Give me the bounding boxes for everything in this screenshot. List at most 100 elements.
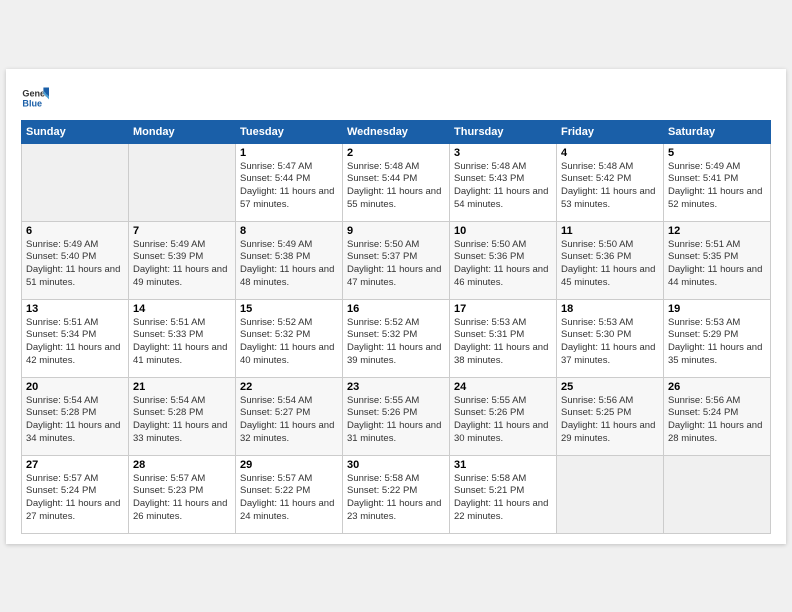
day-info: Sunrise: 5:49 AM Sunset: 5:41 PM Dayligh… — [668, 161, 766, 212]
day-cell: 22Sunrise: 5:54 AM Sunset: 5:27 PM Dayli… — [236, 377, 343, 455]
day-cell: 21 Sunrise: 5:54 AM Sunset: 5:28 PM Dayli… — [129, 377, 236, 455]
day-cell: 6 Sunrise: 5:49 AM Sunset: 5:40 PM Daylig… — [22, 221, 129, 299]
day-cell: 30 Sunrise: 5:58 AM Sunset: 5:22 PM Dayli… — [343, 455, 450, 533]
day-info: Sunrise: 5:56 AM Sunset: 5:25 PM Dayligh… — [561, 395, 659, 446]
day-info: Sunrise: 5:50 AM Sunset: 5:37 PM Dayligh… — [347, 239, 445, 290]
day-number: 16 — [347, 303, 445, 315]
day-info: Sunrise: 5:51 AM Sunset: 5:33 PM Dayligh… — [133, 317, 231, 368]
day-cell: 11Sunrise: 5:50 AM Sunset: 5:36 PM Dayli… — [557, 221, 664, 299]
day-number: 13 — [26, 303, 124, 315]
calendar-table: SundayMondayTuesdayWednesdayThursdayFrid… — [21, 120, 771, 534]
day-cell: 4 Sunrise: 5:48 AM Sunset: 5:42 PM Daylig… — [557, 143, 664, 221]
day-number: 20 — [26, 381, 124, 393]
day-info: Sunrise: 5:53 AM Sunset: 5:29 PM Dayligh… — [668, 317, 766, 368]
week-row-2: 6 Sunrise: 5:49 AM Sunset: 5:40 PM Daylig… — [22, 221, 771, 299]
weekday-header-saturday: Saturday — [664, 120, 771, 143]
day-number: 1 — [240, 147, 338, 159]
day-info: Sunrise: 5:47 AM Sunset: 5:44 PM Dayligh… — [240, 161, 338, 212]
day-info: Sunrise: 5:57 AM Sunset: 5:22 PM Dayligh… — [240, 473, 338, 524]
day-cell: 28 Sunrise: 5:57 AM Sunset: 5:23 PM Dayli… — [129, 455, 236, 533]
day-cell: 27 Sunrise: 5:57 AM Sunset: 5:24 PM Dayli… — [22, 455, 129, 533]
day-cell: 26Sunrise: 5:56 AM Sunset: 5:24 PM Dayli… — [664, 377, 771, 455]
day-number: 17 — [454, 303, 552, 315]
logo: General Blue — [21, 84, 49, 112]
day-cell: 20 Sunrise: 5:54 AM Sunset: 5:28 PM Dayli… — [22, 377, 129, 455]
weekday-header-thursday: Thursday — [450, 120, 557, 143]
day-cell: 12Sunrise: 5:51 AM Sunset: 5:35 PM Dayli… — [664, 221, 771, 299]
day-number: 22 — [240, 381, 338, 393]
svg-text:Blue: Blue — [22, 98, 42, 108]
day-info: Sunrise: 5:54 AM Sunset: 5:28 PM Dayligh… — [26, 395, 124, 446]
week-row-4: 20 Sunrise: 5:54 AM Sunset: 5:28 PM Dayli… — [22, 377, 771, 455]
day-cell: 2Sunrise: 5:48 AM Sunset: 5:44 PM Daylig… — [343, 143, 450, 221]
day-number: 11 — [561, 225, 659, 237]
day-number: 25 — [561, 381, 659, 393]
day-cell: 18 Sunrise: 5:53 AM Sunset: 5:30 PM Dayli… — [557, 299, 664, 377]
day-cell: 15 Sunrise: 5:52 AM Sunset: 5:32 PM Dayli… — [236, 299, 343, 377]
week-row-5: 27 Sunrise: 5:57 AM Sunset: 5:24 PM Dayli… — [22, 455, 771, 533]
day-number: 10 — [454, 225, 552, 237]
day-cell: 13 Sunrise: 5:51 AM Sunset: 5:34 PM Dayli… — [22, 299, 129, 377]
day-info: Sunrise: 5:52 AM Sunset: 5:32 PM Dayligh… — [240, 317, 338, 368]
day-cell: 29 Sunrise: 5:57 AM Sunset: 5:22 PM Dayli… — [236, 455, 343, 533]
day-number: 9 — [347, 225, 445, 237]
day-info: Sunrise: 5:48 AM Sunset: 5:42 PM Dayligh… — [561, 161, 659, 212]
day-number: 18 — [561, 303, 659, 315]
day-number: 19 — [668, 303, 766, 315]
day-number: 14 — [133, 303, 231, 315]
day-cell: 31Sunrise: 5:58 AM Sunset: 5:21 PM Dayli… — [450, 455, 557, 533]
day-number: 5 — [668, 147, 766, 159]
general-blue-logo-icon: General Blue — [21, 84, 49, 112]
day-number: 4 — [561, 147, 659, 159]
day-info: Sunrise: 5:54 AM Sunset: 5:28 PM Dayligh… — [133, 395, 231, 446]
day-cell: 25 Sunrise: 5:56 AM Sunset: 5:25 PM Dayli… — [557, 377, 664, 455]
day-number: 29 — [240, 459, 338, 471]
day-number: 28 — [133, 459, 231, 471]
weekday-header-wednesday: Wednesday — [343, 120, 450, 143]
week-row-3: 13 Sunrise: 5:51 AM Sunset: 5:34 PM Dayli… — [22, 299, 771, 377]
day-info: Sunrise: 5:48 AM Sunset: 5:43 PM Dayligh… — [454, 161, 552, 212]
day-info: Sunrise: 5:49 AM Sunset: 5:38 PM Dayligh… — [240, 239, 338, 290]
day-info: Sunrise: 5:56 AM Sunset: 5:24 PM Dayligh… — [668, 395, 766, 446]
weekday-header-tuesday: Tuesday — [236, 120, 343, 143]
calendar-container: General Blue SundayMondayTuesdayWednesda… — [6, 69, 786, 544]
day-info: Sunrise: 5:50 AM Sunset: 5:36 PM Dayligh… — [454, 239, 552, 290]
day-info: Sunrise: 5:51 AM Sunset: 5:34 PM Dayligh… — [26, 317, 124, 368]
day-info: Sunrise: 5:53 AM Sunset: 5:31 PM Dayligh… — [454, 317, 552, 368]
day-number: 27 — [26, 459, 124, 471]
day-number: 24 — [454, 381, 552, 393]
day-info: Sunrise: 5:55 AM Sunset: 5:26 PM Dayligh… — [347, 395, 445, 446]
day-info: Sunrise: 5:58 AM Sunset: 5:22 PM Dayligh… — [347, 473, 445, 524]
day-cell: 17 Sunrise: 5:53 AM Sunset: 5:31 PM Dayli… — [450, 299, 557, 377]
day-info: Sunrise: 5:53 AM Sunset: 5:30 PM Dayligh… — [561, 317, 659, 368]
day-number: 7 — [133, 225, 231, 237]
day-cell: 24Sunrise: 5:55 AM Sunset: 5:26 PM Dayli… — [450, 377, 557, 455]
day-cell: 9 Sunrise: 5:50 AM Sunset: 5:37 PM Daylig… — [343, 221, 450, 299]
day-info: Sunrise: 5:49 AM Sunset: 5:39 PM Dayligh… — [133, 239, 231, 290]
day-cell: 7 Sunrise: 5:49 AM Sunset: 5:39 PM Daylig… — [129, 221, 236, 299]
day-number: 6 — [26, 225, 124, 237]
day-cell — [557, 455, 664, 533]
day-number: 23 — [347, 381, 445, 393]
day-cell — [22, 143, 129, 221]
day-cell: 19 Sunrise: 5:53 AM Sunset: 5:29 PM Dayli… — [664, 299, 771, 377]
week-row-1: 1 Sunrise: 5:47 AM Sunset: 5:44 PM Daylig… — [22, 143, 771, 221]
day-cell — [129, 143, 236, 221]
day-info: Sunrise: 5:57 AM Sunset: 5:23 PM Dayligh… — [133, 473, 231, 524]
day-number: 30 — [347, 459, 445, 471]
day-info: Sunrise: 5:49 AM Sunset: 5:40 PM Dayligh… — [26, 239, 124, 290]
day-cell — [664, 455, 771, 533]
day-number: 15 — [240, 303, 338, 315]
day-number: 8 — [240, 225, 338, 237]
weekday-header-sunday: Sunday — [22, 120, 129, 143]
day-cell: 1 Sunrise: 5:47 AM Sunset: 5:44 PM Daylig… — [236, 143, 343, 221]
day-info: Sunrise: 5:57 AM Sunset: 5:24 PM Dayligh… — [26, 473, 124, 524]
day-number: 12 — [668, 225, 766, 237]
day-info: Sunrise: 5:58 AM Sunset: 5:21 PM Dayligh… — [454, 473, 552, 524]
day-cell: 5 Sunrise: 5:49 AM Sunset: 5:41 PM Daylig… — [664, 143, 771, 221]
day-number: 21 — [133, 381, 231, 393]
day-cell: 3Sunrise: 5:48 AM Sunset: 5:43 PM Daylig… — [450, 143, 557, 221]
day-cell: 8 Sunrise: 5:49 AM Sunset: 5:38 PM Daylig… — [236, 221, 343, 299]
weekday-header-monday: Monday — [129, 120, 236, 143]
day-number: 2 — [347, 147, 445, 159]
